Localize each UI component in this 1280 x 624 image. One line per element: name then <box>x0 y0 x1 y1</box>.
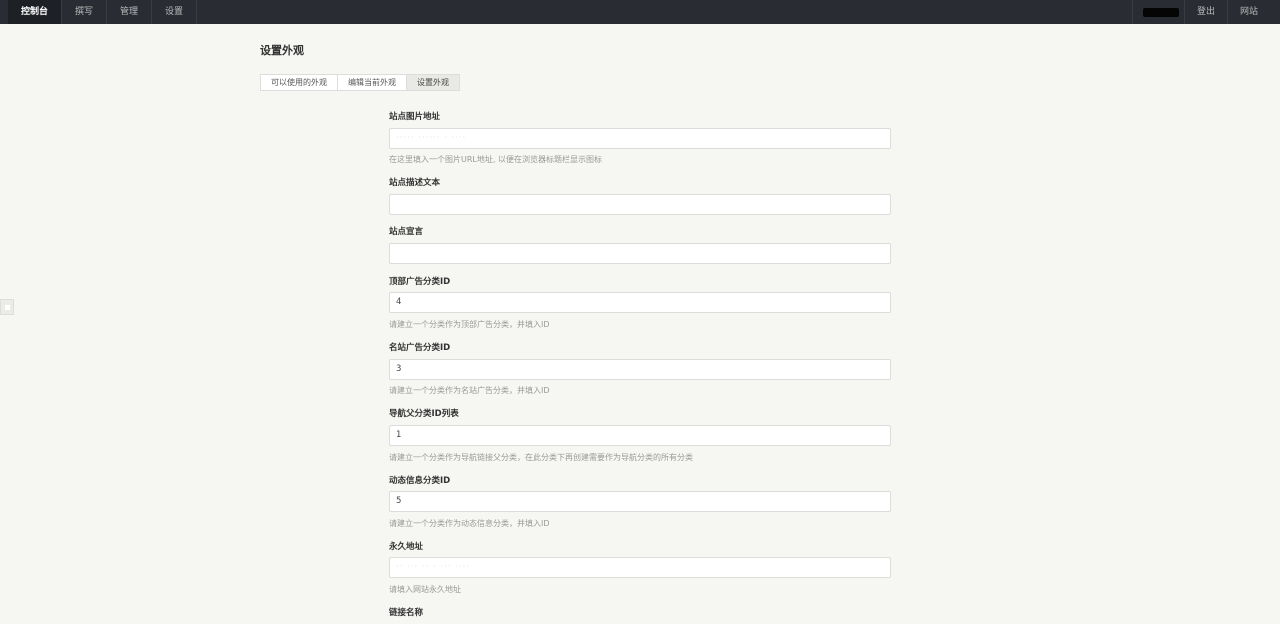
nav-manage[interactable]: 管理 <box>107 0 153 24</box>
theme-tabs: 可以使用的外观 编辑当前外观 设置外观 <box>260 74 460 91</box>
top-navbar: 控制台 撰写 管理 设置 登出 网站 <box>0 0 1280 24</box>
field-label-site-description: 站点描述文本 <box>389 178 441 188</box>
field-label-link-name: 链接名称 <box>389 608 424 618</box>
nav-logout[interactable]: 登出 <box>1183 0 1227 24</box>
site-icon-url-input[interactable]: ····· ······ · ···· <box>389 128 891 149</box>
nav-settings[interactable]: 设置 <box>152 0 198 24</box>
field-label-site-ad-category: 名站广告分类ID <box>389 343 451 353</box>
field-help-news-category: 请建立一个分类作为动态信息分类，并填入ID <box>389 519 550 528</box>
handle-icon <box>5 305 10 310</box>
nav-parent-category-input[interactable]: 1 <box>389 425 891 446</box>
nav-right: 登出 网站 <box>1131 0 1270 24</box>
field-label-site-slogan: 站点宣言 <box>389 227 424 237</box>
nav-write[interactable]: 撰写 <box>62 0 108 24</box>
obscured-value: ·· ··· ·· · ··· ···· <box>396 562 471 572</box>
nav-website[interactable]: 网站 <box>1226 0 1270 24</box>
field-help-permanent-url: 请填入网站永久地址 <box>389 585 461 594</box>
field-help-nav-parent-category: 请建立一个分类作为导航链接父分类，在此分类下再创建需要作为导航分类的所有分类 <box>389 453 693 462</box>
site-ad-category-input[interactable]: 3 <box>389 359 891 380</box>
site-slogan-input[interactable] <box>389 243 891 264</box>
user-profile-link[interactable] <box>1131 0 1184 24</box>
news-category-input[interactable]: 5 <box>389 491 891 512</box>
nav-dashboard[interactable]: 控制台 <box>8 0 63 24</box>
page-title: 设置外观 <box>260 44 304 57</box>
obscured-value: ····· ······ · ···· <box>396 133 467 143</box>
field-label-nav-parent-category: 导航父分类ID列表 <box>389 409 459 419</box>
field-help-site-ad-category: 请建立一个分类作为名站广告分类，并填入ID <box>389 386 550 395</box>
field-label-news-category: 动态信息分类ID <box>389 476 451 486</box>
tab-theme-settings[interactable]: 设置外观 <box>406 74 460 91</box>
top-ad-category-input[interactable]: 4 <box>389 292 891 313</box>
site-description-input[interactable] <box>389 194 891 215</box>
redacted-username <box>1142 8 1179 17</box>
field-label-top-ad-category: 顶部广告分类ID <box>389 277 451 287</box>
permanent-url-input[interactable]: ·· ··· ·· · ··· ···· <box>389 557 891 578</box>
field-help-site-icon: 在这里填入一个图片URL地址, 以便在浏览器标题栏显示图标 <box>389 155 602 164</box>
field-help-top-ad-category: 请建立一个分类作为顶部广告分类，并填入ID <box>389 320 550 329</box>
tab-edit-theme[interactable]: 编辑当前外观 <box>337 74 407 91</box>
field-label-permanent-url: 永久地址 <box>389 542 424 552</box>
tab-available-themes[interactable]: 可以使用的外观 <box>260 74 338 91</box>
nav-left: 控制台 撰写 管理 设置 <box>8 0 198 24</box>
field-label-site-icon: 站点图片地址 <box>389 112 441 122</box>
sidebar-toggle-handle[interactable] <box>0 299 14 315</box>
